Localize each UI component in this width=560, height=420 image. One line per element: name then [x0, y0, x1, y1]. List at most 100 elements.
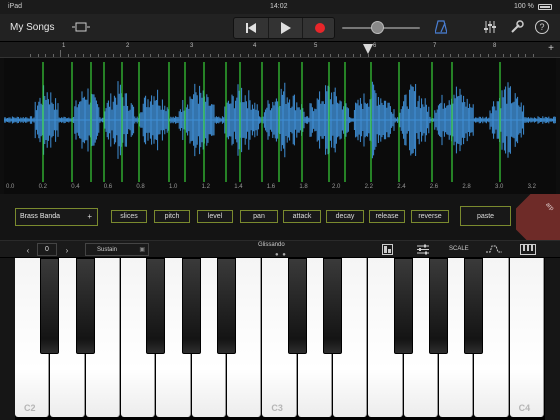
ruler-tick: [277, 54, 279, 57]
ruler-tick: [82, 54, 84, 57]
paste-button[interactable]: paste: [460, 206, 511, 226]
ruler-tick: [195, 54, 196, 57]
ruler-tick: [67, 54, 69, 57]
ruler-tick: [157, 54, 159, 57]
preset-selector[interactable]: Brass Banda +: [15, 208, 98, 226]
attack-button[interactable]: attack: [283, 210, 321, 223]
pitch-button[interactable]: pitch: [154, 210, 190, 223]
black-key[interactable]: [287, 258, 307, 354]
black-key[interactable]: [181, 258, 201, 354]
reverse-button[interactable]: reverse: [411, 210, 449, 223]
waveform-signal: [3, 81, 557, 159]
ruler-tick: [247, 54, 249, 57]
ruler-tick: [90, 54, 91, 57]
black-key[interactable]: [40, 258, 60, 354]
time-axis-label: 1.0: [169, 184, 178, 190]
keyboard-mode-label[interactable]: Glissando: [258, 242, 285, 248]
octave-down-button[interactable]: ‹: [21, 244, 35, 256]
metronome-icon[interactable]: [434, 20, 448, 37]
ruler-tick: [37, 54, 39, 57]
pan-button[interactable]: pan: [240, 210, 278, 223]
control-bar: My Songs ?: [0, 14, 560, 42]
ruler-tick: [330, 54, 331, 57]
time-axis-label: 0.6: [103, 184, 113, 190]
battery-percent: 100 %: [514, 3, 534, 10]
octave-up-button[interactable]: ›: [60, 244, 74, 256]
ruler-tick: [397, 54, 399, 57]
keyboard-left-edge: [0, 258, 15, 420]
ruler-tick: [210, 54, 211, 57]
black-key[interactable]: [323, 258, 342, 354]
ruler-tick: [450, 54, 451, 57]
ruler-tick: [120, 54, 121, 57]
black-key[interactable]: [75, 258, 95, 354]
playhead[interactable]: [363, 44, 373, 54]
ruler-tick: [187, 54, 189, 57]
add-preset-icon[interactable]: +: [87, 212, 92, 221]
time-axis-label: 3.0: [495, 184, 504, 190]
ruler-tick: [225, 54, 226, 57]
rewind-button[interactable]: [234, 18, 268, 38]
piano-keyboard[interactable]: C2 C3 C4: [15, 258, 545, 420]
controls-icon[interactable]: [417, 244, 429, 257]
ruler-tick: [390, 54, 391, 57]
decay-button[interactable]: decay: [326, 210, 364, 223]
time-axis-label: 0.4: [71, 184, 80, 190]
preset-name: Brass Banda: [20, 213, 61, 220]
black-key[interactable]: [217, 258, 236, 354]
wrench-icon[interactable]: [510, 20, 524, 37]
scale-button[interactable]: SCALE: [449, 246, 469, 252]
add-section-icon[interactable]: +: [548, 43, 554, 54]
lock-icon[interactable]: ▣: [139, 246, 145, 253]
ruler-tick: [495, 54, 496, 57]
black-key[interactable]: [464, 258, 484, 354]
keyboard-icon[interactable]: [520, 244, 536, 257]
mixer-icon[interactable]: [483, 20, 497, 37]
ruler-tick: [240, 54, 241, 57]
arp-toggle[interactable]: arp: [516, 194, 560, 240]
octave-label: C3: [271, 403, 283, 413]
ruler-tick: [427, 54, 429, 57]
ruler-tick: [45, 54, 46, 57]
record-button[interactable]: [302, 18, 336, 38]
master-volume-knob[interactable]: [371, 21, 385, 34]
layout-icon[interactable]: [382, 244, 393, 257]
white-key[interactable]: C4: [509, 258, 544, 417]
sustain-button[interactable]: Sustain ▣: [85, 243, 149, 256]
ruler-tick: [360, 54, 361, 57]
level-button[interactable]: level: [197, 210, 233, 223]
black-key[interactable]: [429, 258, 448, 354]
ruler-tick: [232, 54, 234, 57]
ruler-mark: 8: [493, 43, 497, 49]
ruler-tick: [510, 54, 511, 57]
waveform-display[interactable]: [3, 58, 557, 182]
my-songs-button[interactable]: My Songs: [10, 22, 54, 33]
ruler-tick: [375, 54, 376, 57]
waveform: [3, 62, 557, 182]
play-button[interactable]: [268, 18, 302, 38]
black-key[interactable]: [146, 258, 166, 354]
ruler-tick: [322, 54, 324, 57]
ruler-tick: [315, 54, 316, 57]
ruler-tick: [105, 54, 106, 57]
time-axis-label: 0.8: [136, 184, 145, 190]
timeline-ruler[interactable]: 1 2 3 4 5 6 7 8 +: [0, 42, 560, 58]
ruler-mark: 2: [126, 43, 130, 49]
sustain-label: Sustain: [97, 246, 118, 253]
ruler-mark: 5: [314, 43, 318, 49]
ruler-tick: [255, 54, 256, 57]
ruler-tick: [127, 54, 129, 57]
ruler-mark: 7: [433, 43, 437, 49]
black-key[interactable]: [393, 258, 413, 354]
browser-icon[interactable]: [72, 22, 90, 35]
release-button[interactable]: release: [369, 210, 405, 223]
status-bar: iPad 14:02 100 %: [0, 0, 560, 14]
ruler-tick: [517, 54, 519, 57]
ruler-tick: [60, 50, 61, 57]
ruler-tick: [75, 54, 76, 57]
time-axis-label: 0.2: [38, 184, 47, 190]
slices-button[interactable]: slices: [111, 210, 147, 223]
help-icon[interactable]: ?: [535, 20, 549, 34]
time-axis-label: 2.6: [429, 184, 439, 190]
arpeggiator-icon[interactable]: [486, 244, 502, 256]
